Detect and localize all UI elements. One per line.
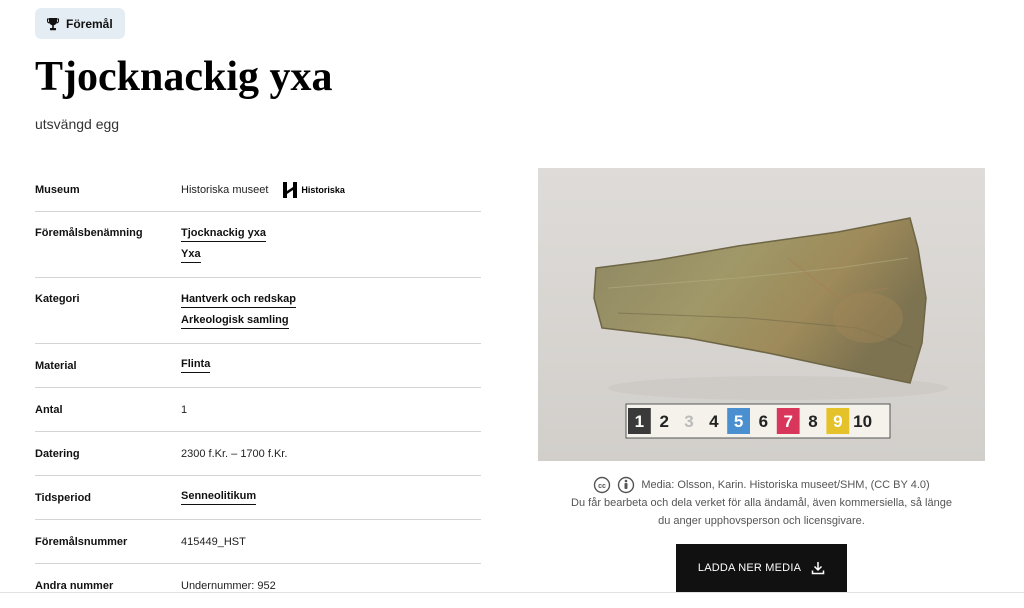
attribution-icon[interactable] [617, 476, 635, 494]
scale-number: 1 [635, 412, 644, 431]
scale-number: 10 [853, 412, 872, 431]
property-row-name: Föremålsbenämning Tjocknackig yxa Yxa [35, 212, 481, 278]
page-divider [0, 592, 1024, 593]
property-value: Historiska museet Historiska [181, 181, 481, 199]
property-row-museum: Museum Historiska museet Historiska [35, 168, 481, 212]
license-text-line2: du anger upphovsperson och licensgivare. [658, 515, 865, 527]
material-link[interactable]: Flinta [181, 358, 211, 373]
property-value: Undernummer: 952 [181, 580, 276, 592]
name-link-tjocknackig-yxa[interactable]: Tjocknackig yxa [181, 227, 266, 242]
download-media-label: LADDA NER MEDIA [697, 562, 802, 574]
badge-label: Föremål [66, 16, 113, 31]
media-credit: cc Media: Olsson, Karin. Historiska muse… [538, 476, 985, 530]
scale-number: 3 [684, 412, 693, 431]
trophy-icon [47, 17, 59, 30]
property-value: Senneolitikum [181, 490, 481, 505]
property-row-material: Material Flinta [35, 344, 481, 388]
creative-commons-icon[interactable]: cc [593, 476, 611, 494]
property-label: Tidsperiod [35, 491, 92, 504]
scale-number: 5 [734, 412, 743, 431]
property-row-category: Kategori Hantverk och redskap Arkeologis… [35, 278, 481, 344]
license-text-line1: Du får bearbeta och dela verket för alla… [571, 497, 952, 509]
property-label: Museum [35, 183, 80, 196]
property-label: Föremålsbenämning [35, 227, 143, 239]
property-row-dating: Datering 2300 f.Kr. – 1700 f.Kr. [35, 432, 481, 476]
historiska-logo: Historiska [282, 181, 345, 199]
property-value: 2300 f.Kr. – 1700 f.Kr. [181, 447, 288, 460]
property-label: Antal [35, 403, 63, 416]
scale-number: 9 [833, 412, 842, 431]
name-link-yxa[interactable]: Yxa [181, 248, 201, 263]
property-row-object-number: Föremålsnummer 415449_HST [35, 520, 481, 564]
scale-number: 6 [759, 412, 768, 431]
download-media-button[interactable]: LADDA NER MEDIA [676, 544, 847, 592]
property-label: Datering [35, 447, 80, 460]
scale-number: 2 [659, 412, 668, 431]
page-subtitle: utsvängd egg [35, 116, 120, 132]
category-link-hantverk[interactable]: Hantverk och redskap [181, 293, 296, 308]
svg-text:cc: cc [598, 483, 606, 490]
properties-table: Museum Historiska museet Historiska Före… [35, 168, 481, 608]
property-value: 415449_HST [181, 535, 246, 548]
property-value: 1 [181, 403, 188, 416]
property-label: Föremålsnummer [35, 535, 128, 548]
property-value: Tjocknackig yxa Yxa [181, 227, 481, 263]
page-title: Tjocknackig yxa [35, 54, 333, 100]
museum-name: Historiska museet [181, 183, 269, 196]
property-row-other-numbers: Andra nummer Undernummer: 952 [35, 564, 481, 608]
property-label: Andra nummer [35, 580, 114, 592]
property-row-count: Antal 1 [35, 388, 481, 432]
category-link-arkeologisk[interactable]: Arkeologisk samling [181, 314, 289, 329]
period-link[interactable]: Senneolitikum [181, 490, 257, 505]
object-type-badge: Föremål [35, 8, 125, 39]
scale-number: 7 [783, 412, 792, 431]
property-label: Material [35, 359, 77, 372]
historiska-logo-text: Historiska [301, 184, 345, 195]
license-icons: cc [593, 476, 635, 494]
scale-number: 4 [709, 412, 719, 431]
property-label: Kategori [35, 293, 80, 305]
property-value: Flinta [181, 358, 481, 373]
property-value: Hantverk och redskap Arkeologisk samling [181, 293, 481, 329]
property-row-period: Tidsperiod Senneolitikum [35, 476, 481, 520]
flint-axe-image: 1 2 3 4 5 6 7 8 9 10 [538, 168, 985, 461]
object-photo[interactable]: 1 2 3 4 5 6 7 8 9 10 [538, 168, 985, 461]
scale-number: 8 [808, 412, 817, 431]
media-credit-text: Media: Olsson, Karin. Historiska museet/… [641, 479, 930, 491]
historiska-logo-mark [283, 181, 298, 198]
download-icon [811, 562, 825, 575]
